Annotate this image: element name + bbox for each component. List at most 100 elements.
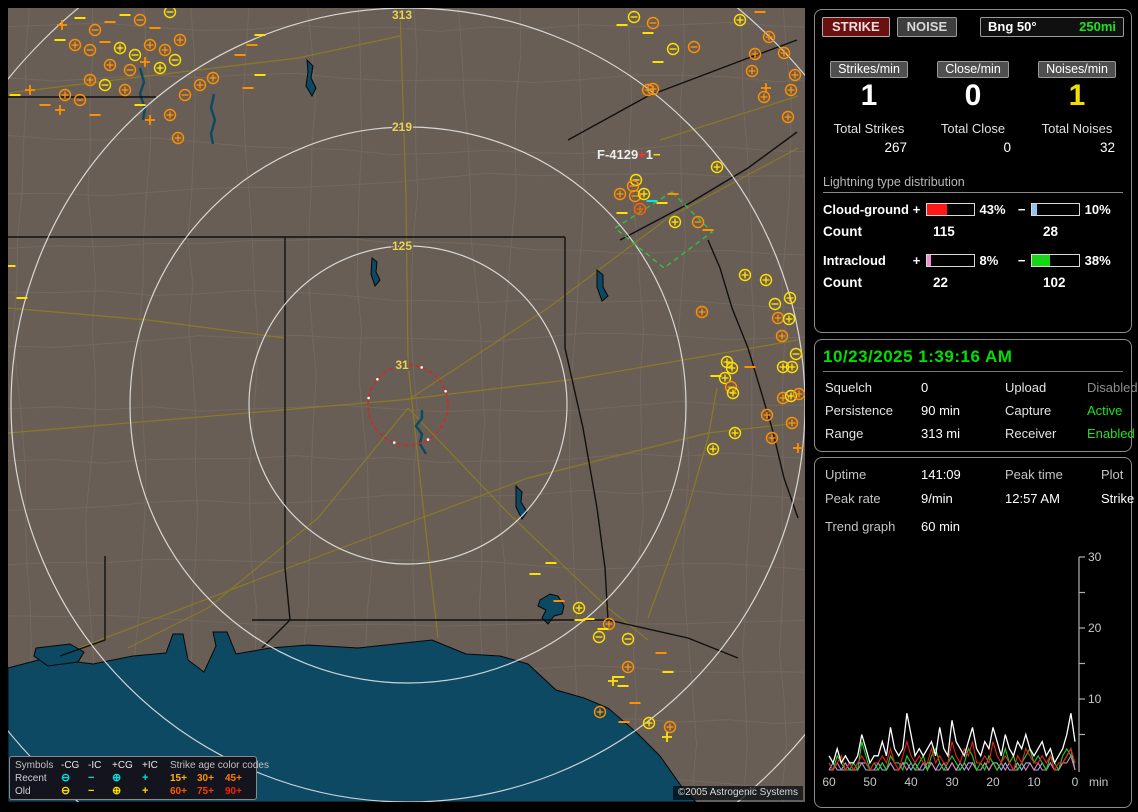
receiver-status: Enabled [1087, 426, 1135, 441]
noises-per-min-value: 1 [1068, 79, 1086, 112]
plus-sign: + [912, 253, 921, 268]
cg-positive-count: 115 [933, 224, 955, 239]
pos-cg-recent-icon: ⊕ [112, 772, 122, 784]
receiver-label: Receiver [1005, 426, 1057, 441]
age-75: 75+ [197, 786, 214, 797]
noises-per-min-column: Noises/min 1 Total Noises 32 [1025, 61, 1129, 155]
age-60: 60+ [170, 786, 187, 797]
session-row: Uptime 141:09 Peak time Plot [825, 467, 1123, 482]
range-label: Range [825, 426, 864, 441]
svg-text:30: 30 [945, 775, 959, 789]
cloud-ground-label: Cloud-ground [823, 202, 909, 217]
cg-positive-bar [925, 203, 975, 216]
peak-time-label: Peak time [1005, 467, 1063, 482]
trend-graph-window: 60 min [921, 519, 961, 534]
counters-panel: STRIKE NOISE Bng 50° 250mi Strikes/min 1… [814, 9, 1132, 333]
ic-negative-pct: 38% [1084, 253, 1111, 268]
legend-row-old-label: Old [15, 786, 31, 797]
plus-sign: + [912, 202, 921, 217]
svg-text:50: 50 [863, 775, 877, 789]
bearing-label: Bng 50° [988, 19, 1037, 34]
lightning-detector-app: 31 125 219 313 F-4129+1− Symbols -CG -IC +C… [0, 0, 1138, 812]
svg-text:20: 20 [1088, 621, 1102, 635]
persistence-label: Persistence [825, 403, 893, 418]
intracloud-row: Intracloud + 8% − 38% [823, 253, 1123, 268]
status-row: Squelch 0 Upload Disabled [825, 380, 1138, 395]
datetime-display: 10/23/2025 1:39:16 AM [823, 347, 1123, 372]
cg-positive-pct: 43% [979, 202, 1006, 217]
legend-symbols-header: Symbols [15, 760, 54, 771]
copyright-notice: ©2005 Astrogenic Systems [672, 786, 803, 800]
svg-text:31: 31 [395, 358, 409, 372]
total-noises-value: 32 [1099, 140, 1115, 155]
age-15: 15+ [170, 773, 187, 784]
noise-button[interactable]: NOISE [896, 17, 958, 37]
svg-text:125: 125 [392, 239, 412, 253]
pos-cg-old-icon: ⊕ [112, 785, 122, 797]
bearing-range-display[interactable]: Bng 50° 250mi [980, 17, 1124, 37]
capture-label: Capture [1005, 403, 1052, 418]
status-panel: 10/23/2025 1:39:16 AM Squelch 0 Upload D… [814, 339, 1138, 452]
right-panel: STRIKE NOISE Bng 50° 250mi Strikes/min 1… [810, 0, 1138, 812]
svg-text:10: 10 [1088, 692, 1102, 706]
neg-ic-old-icon: − [88, 785, 95, 797]
strikes-per-min-chip: Strikes/min [830, 61, 908, 78]
age-45: 45+ [225, 773, 242, 784]
total-noises-label: Total Noises [1041, 121, 1113, 136]
total-close-label: Total Close [940, 121, 1006, 136]
upload-status: Disabled [1087, 380, 1138, 395]
age-30: 30+ [197, 773, 214, 784]
capture-status: Active [1087, 403, 1123, 418]
strikes-per-min-column: Strikes/min 1 Total Strikes 267 [817, 61, 921, 155]
distribution-title: Lightning type distribution [823, 175, 1123, 193]
ic-positive-pct: 8% [979, 253, 999, 268]
total-close-value: 0 [1003, 140, 1011, 155]
neg-cg-recent-icon: ⊖ [61, 772, 71, 784]
cg-negative-count: 28 [1043, 224, 1059, 239]
legend-age-header: Strike age color codes [170, 760, 269, 771]
ic-positive-bar [925, 254, 975, 267]
intracloud-count-row: Count 22 102 [823, 275, 1123, 290]
svg-text:min: min [1089, 775, 1108, 789]
svg-text:0: 0 [1072, 775, 1079, 789]
peak-time-value: 12:57 AM [1005, 491, 1060, 506]
svg-text:219: 219 [392, 120, 412, 134]
svg-text:60: 60 [822, 775, 836, 789]
svg-text:20: 20 [986, 775, 1000, 789]
count-label: Count [823, 275, 862, 290]
legend-col-neg-cg: -CG [61, 760, 80, 771]
close-per-min-chip: Close/min [937, 61, 1009, 78]
neg-ic-recent-icon: − [88, 772, 95, 784]
uptime-label: Uptime [825, 467, 867, 482]
strikes-per-min-value: 1 [860, 79, 878, 112]
map-canvas[interactable]: 31 125 219 313 F-4129+1− [8, 8, 805, 802]
svg-text:40: 40 [904, 775, 918, 789]
legend-row-recent-label: Recent [15, 773, 47, 784]
close-per-min-column: Close/min 0 Total Close 0 [921, 61, 1025, 155]
age-90: 90+ [225, 786, 242, 797]
uptime-value: 141:09 [921, 467, 961, 482]
storm-cell-label: F-4129+1− [597, 147, 661, 162]
noises-per-min-chip: Noises/min [1038, 61, 1116, 78]
legend-col-pos-cg: +CG [112, 760, 133, 771]
session-row: Peak rate 9/min 12:57 AM Strike [825, 491, 1134, 506]
range-value: 250mi [1079, 19, 1116, 34]
trend-panel: Uptime 141:09 Peak time Plot Peak rate 9… [814, 457, 1134, 808]
legend-col-neg-ic: -IC [88, 760, 102, 771]
strike-button[interactable]: STRIKE [822, 17, 890, 37]
minus-sign: − [1017, 202, 1026, 217]
pos-ic-recent-icon: + [142, 772, 149, 784]
peak-rate-label: Peak rate [825, 491, 881, 506]
cloud-ground-row: Cloud-ground + 43% − 10% [823, 202, 1123, 217]
svg-text:313: 313 [392, 8, 412, 22]
minus-sign: − [1017, 253, 1026, 268]
status-row: Persistence 90 min Capture Active [825, 403, 1123, 418]
map-area[interactable]: 31 125 219 313 F-4129+1− Symbols -CG -IC +C… [8, 8, 805, 802]
total-strikes-value: 267 [884, 140, 907, 155]
cloud-ground-count-row: Count 115 28 [823, 224, 1123, 239]
pos-ic-old-icon: + [142, 785, 149, 797]
cg-negative-bar [1030, 203, 1080, 216]
upload-label: Upload [1005, 380, 1047, 395]
ic-negative-bar [1030, 254, 1080, 267]
ic-positive-count: 22 [933, 275, 949, 290]
